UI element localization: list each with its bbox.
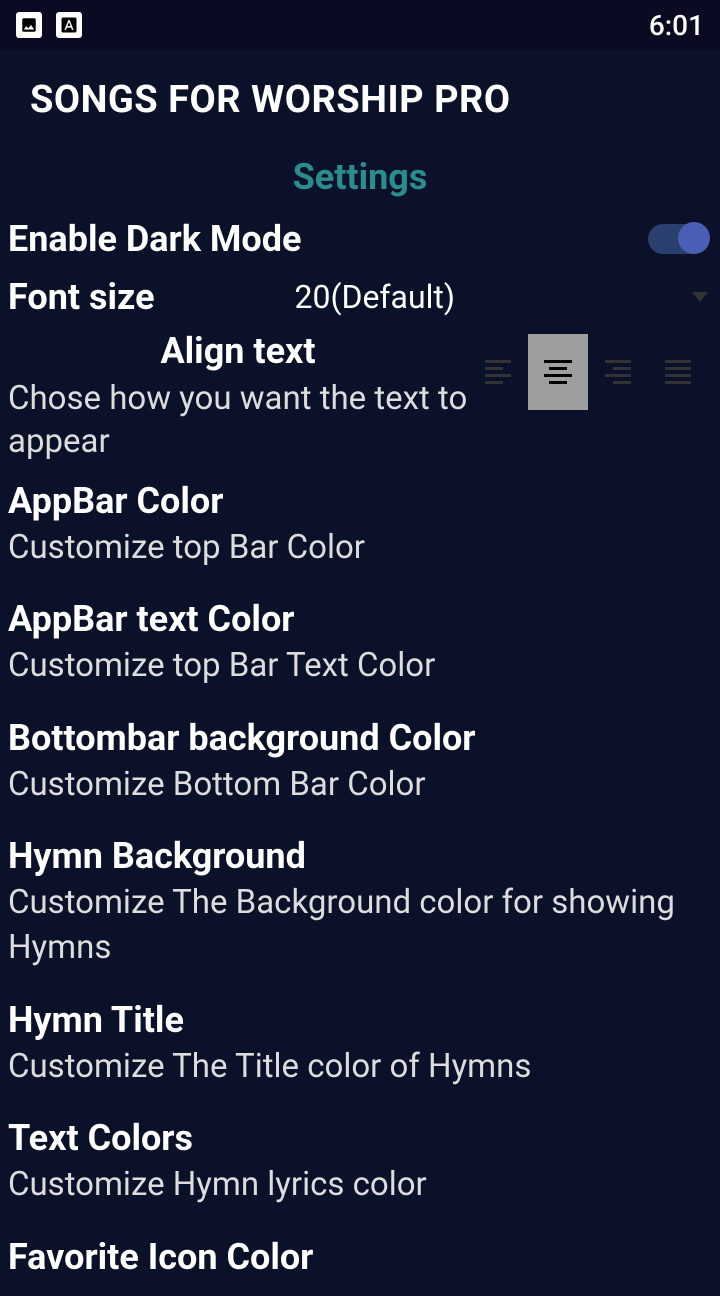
hymn-title-row[interactable]: Hymn Title Customize The Title color of …: [0, 985, 720, 1104]
align-justify-icon: [665, 360, 691, 384]
font-icon: [56, 12, 82, 38]
align-text-row: Align text Chose how you want the text t…: [0, 324, 720, 466]
status-time: 6:01: [649, 9, 704, 42]
setting-desc: Customize The Title color of Hymns: [8, 1045, 708, 1090]
align-right-button[interactable]: [588, 334, 648, 410]
appbar-color-row[interactable]: AppBar Color Customize top Bar Color: [0, 466, 720, 585]
font-size-dropdown[interactable]: 20(Default): [295, 278, 708, 316]
align-right-icon: [605, 360, 631, 384]
favorite-icon-color-row[interactable]: Favorite Icon Color: [0, 1222, 720, 1296]
align-text-title: Align text: [8, 330, 468, 378]
setting-title: Hymn Title: [8, 999, 708, 1041]
hymn-background-row[interactable]: Hymn Background Customize The Background…: [0, 821, 720, 984]
status-bar: 6:01: [0, 0, 720, 50]
dark-mode-label: Enable Dark Mode: [8, 218, 301, 260]
setting-title: Bottombar background Color: [8, 717, 708, 759]
setting-title: Hymn Background: [8, 835, 708, 877]
app-title: SONGS FOR WORSHIP PRO: [0, 50, 720, 140]
setting-title: AppBar Color: [8, 480, 708, 522]
align-buttons: [468, 334, 708, 410]
align-center-icon: [544, 360, 572, 384]
page-title: Settings: [0, 140, 720, 208]
align-text-desc: Chose how you want the text to appear: [8, 378, 468, 464]
bottombar-color-row[interactable]: Bottombar background Color Customize Bot…: [0, 703, 720, 822]
text-colors-row[interactable]: Text Colors Customize Hymn lyrics color: [0, 1103, 720, 1222]
font-size-value: 20(Default): [295, 278, 455, 316]
setting-desc: Customize top Bar Text Color: [8, 644, 708, 689]
align-left-button[interactable]: [468, 334, 528, 410]
setting-desc: Customize top Bar Color: [8, 526, 708, 571]
appbar-text-color-row[interactable]: AppBar text Color Customize top Bar Text…: [0, 584, 720, 703]
setting-desc: Customize Bottom Bar Color: [8, 763, 708, 808]
dark-mode-toggle[interactable]: [648, 224, 708, 254]
setting-title: Text Colors: [8, 1117, 708, 1159]
align-left-icon: [485, 360, 511, 384]
align-center-button[interactable]: [528, 334, 588, 410]
font-size-label: Font size: [8, 276, 155, 318]
align-justify-button[interactable]: [648, 334, 708, 410]
setting-title: Favorite Icon Color: [8, 1236, 708, 1278]
dark-mode-row[interactable]: Enable Dark Mode: [0, 208, 720, 270]
font-size-row[interactable]: Font size 20(Default): [0, 270, 720, 324]
chevron-down-icon: [692, 292, 708, 302]
toggle-thumb: [678, 222, 710, 254]
status-icons: [16, 12, 82, 38]
setting-desc: Customize The Background color for showi…: [8, 881, 708, 970]
image-icon: [16, 12, 42, 38]
setting-title: AppBar text Color: [8, 598, 708, 640]
setting-desc: Customize Hymn lyrics color: [8, 1163, 708, 1208]
